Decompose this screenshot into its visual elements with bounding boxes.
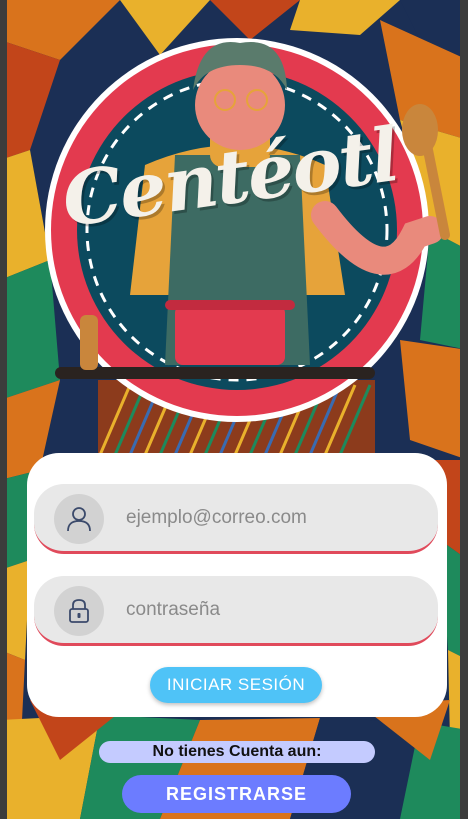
no-account-prompt: No tienes Cuenta aun: xyxy=(99,741,375,763)
user-icon xyxy=(54,494,104,544)
register-button[interactable]: REGISTRARSE xyxy=(122,775,351,813)
lock-icon xyxy=(54,586,104,636)
email-field[interactable] xyxy=(34,484,438,554)
password-input[interactable] xyxy=(124,591,428,629)
centeotl-logo-badge xyxy=(45,38,450,455)
login-button[interactable]: INICIAR SESIÓN xyxy=(150,667,322,703)
password-field[interactable] xyxy=(34,576,438,646)
window-frame-left xyxy=(0,0,7,819)
window-frame-right xyxy=(460,0,468,819)
email-input[interactable] xyxy=(124,499,428,537)
login-card: INICIAR SESIÓN xyxy=(27,453,447,717)
